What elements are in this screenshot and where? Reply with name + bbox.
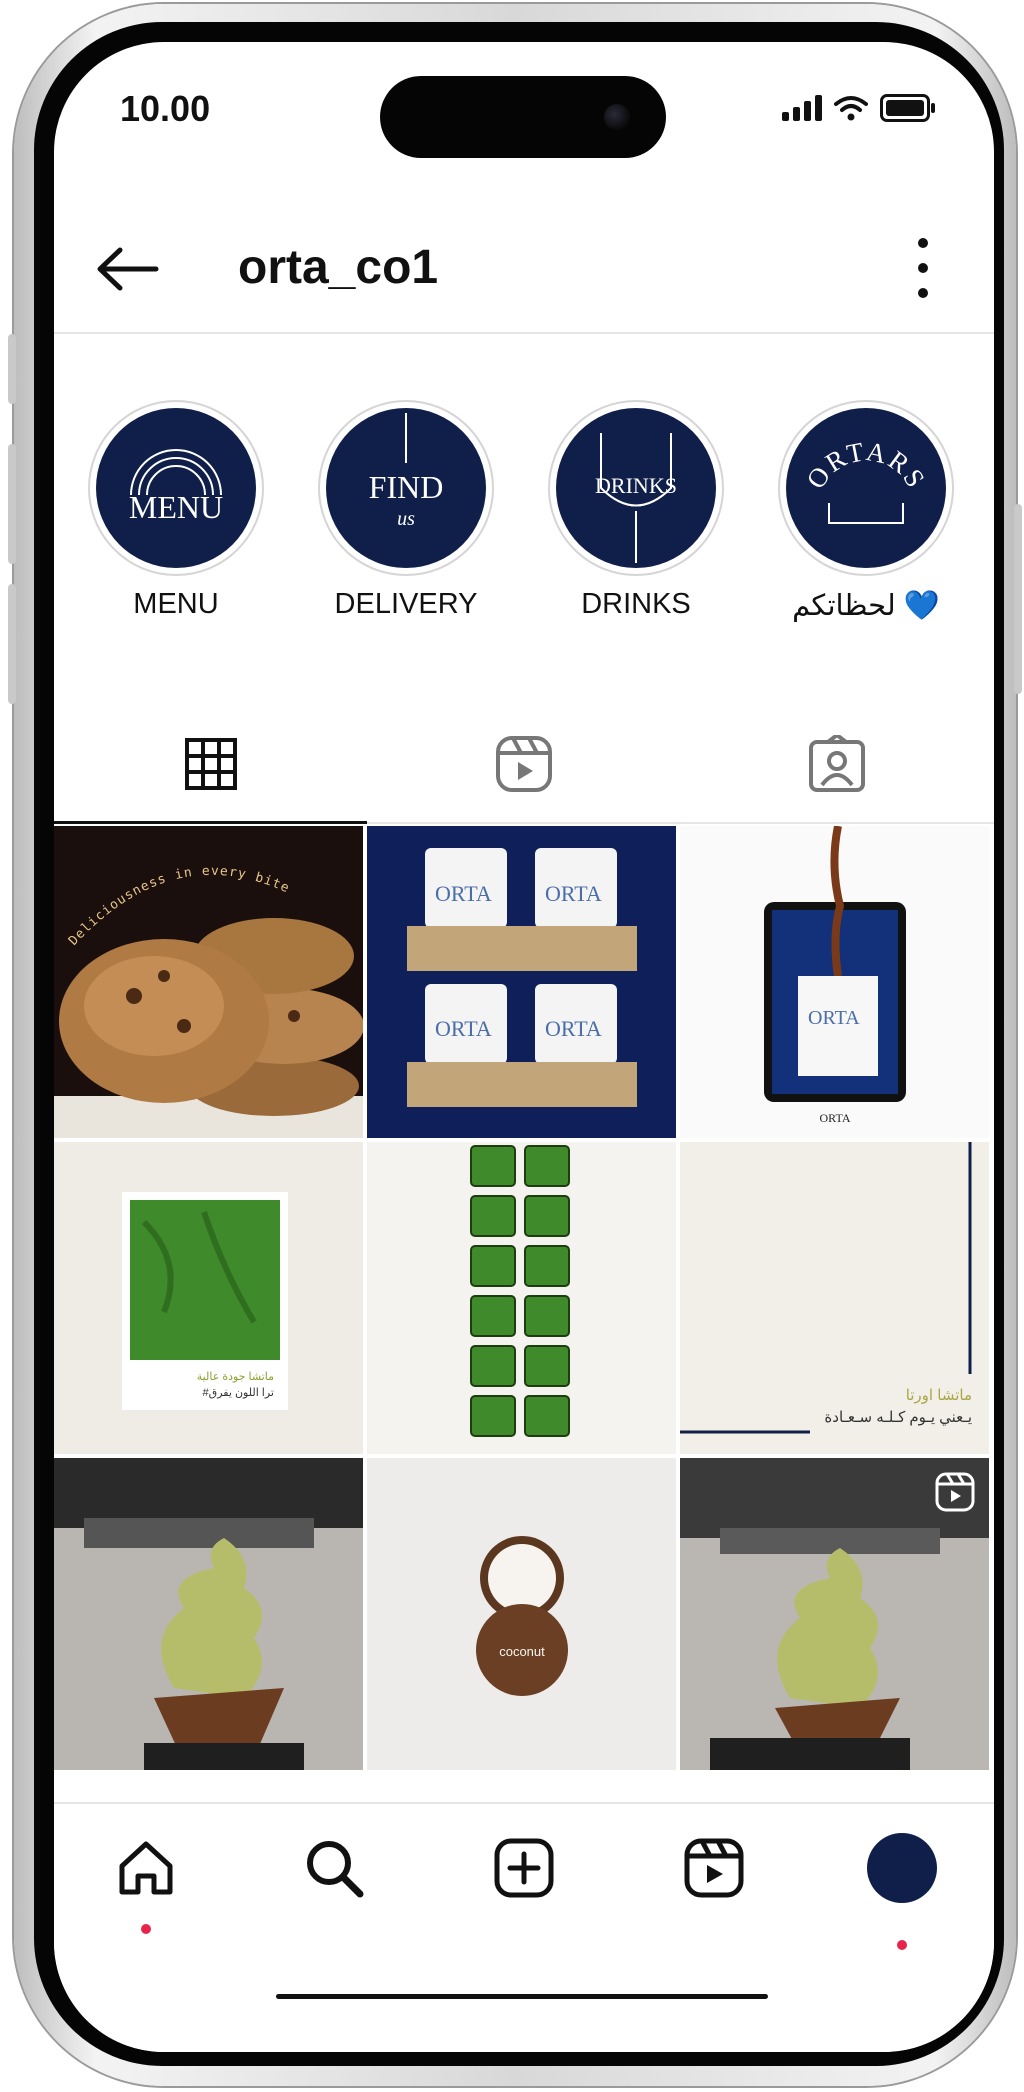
cup-brand: ORTA bbox=[435, 1016, 492, 1041]
highlight-label: DRINKS bbox=[581, 588, 691, 620]
highlight-ring: DRINKS bbox=[548, 400, 724, 576]
nav-home[interactable] bbox=[106, 1828, 186, 1908]
home-icon bbox=[119, 1841, 173, 1895]
nav-search[interactable] bbox=[294, 1828, 374, 1908]
highlight-cover-text: FIND bbox=[369, 469, 444, 505]
notification-dot bbox=[897, 1940, 907, 1950]
nav-profile[interactable] bbox=[862, 1828, 942, 1908]
battery-icon bbox=[880, 94, 935, 122]
cup-brand: ORTA bbox=[545, 881, 602, 906]
highlight-cover: FIND us bbox=[326, 408, 486, 568]
post-caption: ماتشا اورتا bbox=[906, 1387, 972, 1404]
screen: 10.00 orta_co1 MENU MENU FIND us DELIVER… bbox=[54, 42, 994, 2052]
post-coconut[interactable]: coconut bbox=[367, 1458, 676, 1770]
svg-text:ORTARS: ORTARS bbox=[800, 436, 931, 494]
post-caption: coconut bbox=[499, 1644, 545, 1659]
highlight-label: DELIVERY bbox=[334, 588, 478, 620]
create-icon bbox=[494, 1838, 554, 1898]
home-indicator[interactable] bbox=[276, 1994, 768, 1999]
post-matcha-powder[interactable]: ماتشا جودة عالية #ترا اللون يفرق bbox=[54, 1142, 363, 1454]
post-cups-tray[interactable]: ORTA ORTA ORTA ORTA bbox=[367, 826, 676, 1138]
highlight-ring: FIND us bbox=[318, 400, 494, 576]
post-image: ماتشا جودة عالية #ترا اللون يفرق bbox=[122, 1192, 288, 1410]
highlight-delivery[interactable]: FIND us DELIVERY bbox=[306, 400, 506, 621]
power-button bbox=[1014, 504, 1022, 694]
glass-icon: DRINKS bbox=[595, 433, 677, 563]
rainbow-arcs-icon: MENU bbox=[129, 449, 223, 525]
cup-brand: ORTA bbox=[808, 1007, 860, 1029]
highlight-cover: MENU bbox=[96, 408, 256, 568]
status-time: 10.00 bbox=[120, 88, 211, 129]
volume-up-button bbox=[8, 444, 16, 564]
highlight-cover-text: DRINKS bbox=[595, 473, 677, 498]
dynamic-island bbox=[380, 76, 666, 158]
post-caption: #ترا اللون يفرق bbox=[203, 1387, 274, 1399]
post-image: ماتشا اورتا يـعني يـوم كـلـه سـعـادة bbox=[680, 1142, 972, 1434]
profile-tabs bbox=[54, 706, 994, 824]
profile-header: orta_co1 bbox=[54, 212, 994, 334]
highlight-ring: MENU bbox=[88, 400, 264, 576]
post-image: coconut bbox=[476, 1536, 568, 1696]
wifi-icon bbox=[834, 96, 868, 121]
post-image: ORTA ORTA ORTA ORTA bbox=[407, 848, 637, 1107]
bottom-navigation bbox=[54, 1802, 994, 2052]
post-image bbox=[470, 1145, 570, 1437]
back-arrow-icon[interactable] bbox=[92, 244, 162, 294]
post-caption: يـعني يـوم كـلـه سـعـادة bbox=[824, 1409, 972, 1427]
post-brand-caption: ORTA bbox=[820, 1111, 851, 1125]
highlight-cover-art: ORTARS bbox=[800, 436, 931, 524]
camera-icon bbox=[604, 104, 630, 130]
highlight-cover-subtext: us bbox=[397, 508, 415, 530]
tab-tagged[interactable] bbox=[680, 706, 993, 822]
profile-username: orta_co1 bbox=[238, 241, 439, 294]
post-matcha-quote[interactable]: ماتشا اورتا يـعني يـوم كـلـه سـعـادة bbox=[680, 1142, 989, 1454]
nav-create[interactable] bbox=[484, 1828, 564, 1908]
highlight-label: MENU bbox=[133, 588, 219, 620]
grid-icon bbox=[184, 738, 237, 790]
highlight-cover: ORTARS bbox=[786, 408, 946, 568]
search-icon bbox=[307, 1841, 364, 1898]
reel-badge-icon bbox=[935, 1472, 975, 1512]
highlight-menu[interactable]: MENU MENU bbox=[76, 400, 276, 621]
highlight-cover-text: ORTARS bbox=[800, 436, 929, 494]
post-cup-pour[interactable]: ORTA ORTA bbox=[680, 826, 989, 1138]
story-highlights: MENU MENU FIND us DELIVERY DRINKS DRINKS… bbox=[54, 400, 994, 630]
post-cookies[interactable]: Deliciousness in every bite bbox=[54, 826, 363, 1138]
reels-icon bbox=[684, 1838, 744, 1898]
notification-dot bbox=[141, 1924, 151, 1934]
highlight-ring: ORTARS bbox=[778, 400, 954, 576]
post-caption: ماتشا جودة عالية bbox=[197, 1371, 274, 1383]
highlight-moments[interactable]: ORTARS لحظاتكم 💙 bbox=[766, 400, 966, 623]
tagged-icon bbox=[808, 735, 865, 792]
tab-reels[interactable] bbox=[367, 706, 680, 822]
more-options-icon[interactable] bbox=[916, 238, 930, 298]
tab-grid[interactable] bbox=[54, 706, 367, 824]
highlight-cover: DRINKS bbox=[556, 408, 716, 568]
post-image: ORTA ORTA bbox=[764, 826, 906, 1125]
cup-brand: ORTA bbox=[435, 881, 492, 906]
post-softserve-reel[interactable] bbox=[680, 1458, 989, 1770]
post-image: Deliciousness in every bite bbox=[54, 864, 363, 1138]
cellular-signal-icon bbox=[782, 95, 822, 121]
highlight-drinks[interactable]: DRINKS DRINKS bbox=[536, 400, 736, 621]
profile-avatar bbox=[867, 1833, 937, 1903]
cup-brand: ORTA bbox=[545, 1016, 602, 1041]
status-icons bbox=[782, 94, 935, 122]
reels-icon bbox=[495, 736, 552, 792]
volume-down-button bbox=[8, 584, 16, 704]
highlight-cover-art: FIND us bbox=[369, 413, 444, 530]
post-matcha-jars[interactable] bbox=[367, 1142, 676, 1454]
nav-reels[interactable] bbox=[674, 1828, 754, 1908]
highlight-label: لحظاتكم 💙 bbox=[792, 590, 940, 622]
highlight-cover-text: MENU bbox=[129, 489, 223, 525]
post-image bbox=[54, 1458, 363, 1770]
post-softserve-1[interactable] bbox=[54, 1458, 363, 1770]
action-button bbox=[8, 334, 16, 404]
